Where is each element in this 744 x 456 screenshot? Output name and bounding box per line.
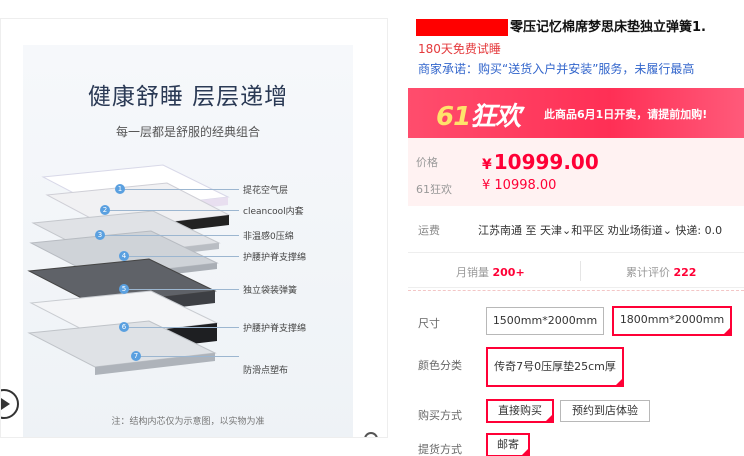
play-video-button[interactable] — [1, 389, 19, 419]
buy-option-store-visit[interactable]: 预约到店体验 — [560, 400, 650, 422]
sku-options: 尺寸 1500mm*2000mm 1800mm*2000mm 颜色分类 传奇7号… — [408, 290, 744, 456]
layer-label-7: 防滑点塑布 — [243, 366, 289, 376]
layer-dot-1: 1 — [115, 184, 125, 194]
size-label: 尺寸 — [418, 317, 440, 330]
product-title: 零压记忆棉席梦思床垫独立弹簧1. — [510, 20, 706, 35]
layer-label-6: 护腰护脊支撑绵 — [243, 324, 307, 334]
layer-label-4: 护腰护脊支撑绵 — [243, 253, 307, 263]
product-page: 健康舒睡 层层递增 每一层都是舒服的经典组合 1 提花空气层 2 cleanco… — [0, 0, 744, 456]
redacted-brand-block — [416, 19, 508, 36]
layer-dot-3: 3 — [95, 230, 105, 240]
layer-dot-2: 2 — [100, 205, 110, 215]
shipping-row: 运费 江苏南通 至 天津⌄和平区 劝业场街道⌄ 快递: 0.0 — [408, 214, 744, 244]
monthly-sales: 月销量 200+ — [456, 266, 525, 279]
leader-line-5 — [127, 289, 239, 290]
festival-price-value: ¥ 10998.00 — [482, 178, 557, 193]
price-box: 价格 ¥10999.00 61狂欢 ¥ 10998.00 — [408, 138, 744, 206]
festival-banner-text: 此商品6月1日开卖，请提前加购! — [544, 108, 708, 121]
mattress-layers-illustration — [27, 164, 231, 375]
poster-note: 注：结构内芯仅为示意图，以实物为准 — [111, 417, 265, 427]
layer-label-5: 独立袋装弹簧 — [243, 286, 298, 296]
size-option-1800[interactable]: 1800mm*2000mm — [612, 306, 732, 336]
leader-line-6 — [127, 327, 239, 328]
trial-promo: 180天免费试睡 — [418, 42, 501, 56]
layer-label-1: 提花空气层 — [243, 186, 289, 196]
sales-stats: 月销量 200+ 累计评价 222 — [408, 252, 744, 288]
layer-label-3: 非温感0压绵 — [243, 232, 294, 242]
buy-method-label: 购买方式 — [418, 409, 462, 422]
leader-line-7 — [139, 356, 239, 357]
price-label: 价格 — [416, 156, 438, 169]
layer-label-2: cleancool内套 — [243, 207, 304, 217]
festival-price-label: 61狂欢 — [416, 183, 452, 196]
product-title-row: 零压记忆棉席梦思床垫独立弹簧1. — [416, 16, 706, 36]
leader-line-3 — [103, 235, 239, 236]
shipping-label: 运费 — [418, 224, 440, 237]
leader-line-2 — [108, 210, 239, 211]
product-info-panel: 零压记忆棉席梦思床垫独立弹簧1. 180天免费试睡 商家承诺：购买“送货入户并安… — [408, 0, 744, 456]
magnifier-icon[interactable] — [363, 431, 383, 438]
delivery-method-label: 提货方式 — [418, 443, 462, 456]
merchant-promise[interactable]: 商家承诺：购买“送货入户并安装”服务，未履行最高 — [418, 60, 694, 77]
price-value: ¥10999.00 — [482, 150, 599, 174]
size-option-1500[interactable]: 1500mm*2000mm — [486, 307, 604, 335]
festival-banner: 61狂欢 此商品6月1日开卖，请提前加购! — [408, 88, 744, 138]
shipping-destination-select[interactable]: 江苏南通 至 天津⌄和平区 劝业场街道⌄ 快递: 0.0 — [478, 222, 722, 238]
stats-divider — [580, 261, 581, 281]
product-gallery: 健康舒睡 层层递增 每一层都是舒服的经典组合 1 提花空气层 2 cleanco… — [0, 18, 388, 438]
leader-line-1 — [123, 189, 239, 190]
layer-dot-6: 6 — [119, 322, 129, 332]
product-poster-image: 健康舒睡 层层递增 每一层都是舒服的经典组合 1 提花空气层 2 cleanco… — [23, 45, 353, 437]
review-count[interactable]: 累计评价 222 — [626, 264, 696, 280]
buy-option-direct[interactable]: 直接购买 — [486, 399, 554, 423]
color-option-legend-7[interactable]: 传奇7号0压厚垫25cm厚 — [486, 347, 624, 387]
leader-line-4 — [127, 256, 239, 257]
color-label: 颜色分类 — [418, 359, 462, 372]
layer-dot-4: 4 — [119, 251, 129, 261]
delivery-option-mail[interactable]: 邮寄 — [486, 433, 530, 456]
layer-dot-7: 7 — [131, 351, 141, 361]
festival-logo: 61狂欢 — [436, 102, 521, 132]
layer-dot-5: 5 — [119, 284, 129, 294]
